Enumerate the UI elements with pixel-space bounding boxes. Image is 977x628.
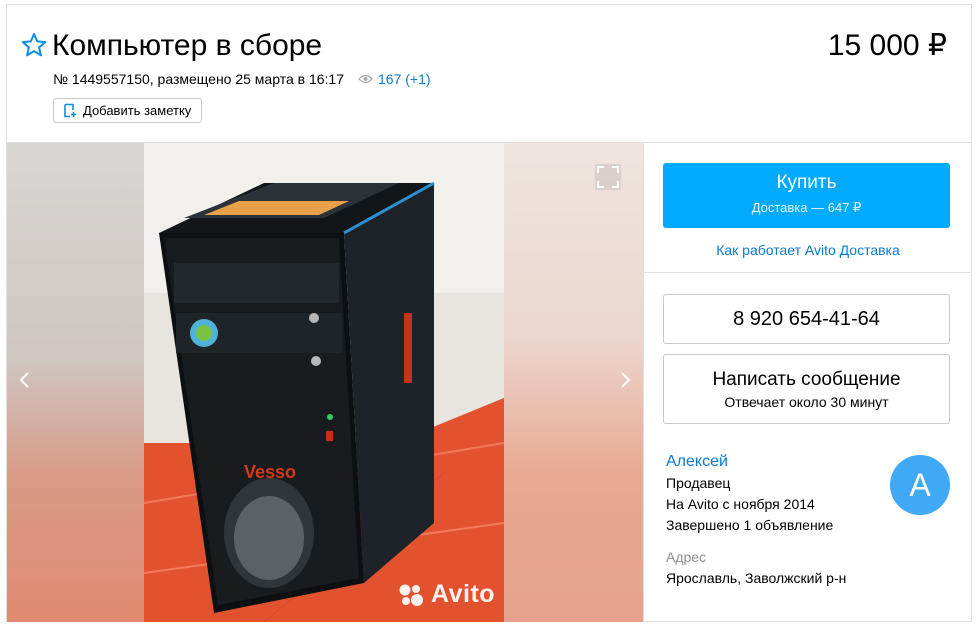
listing-id-date: № 1449557150, размещено 25 марта в 16:17 xyxy=(53,71,344,87)
phone-button[interactable]: 8 920 654-41-64 xyxy=(663,294,950,344)
seller-since: На Avito с ноября 2014 xyxy=(666,496,815,512)
delivery-info-link[interactable]: Как работает Avito Доставка xyxy=(644,241,972,259)
listing-sidebar: Купить Доставка — 647 ₽ Как работает Avi… xyxy=(643,143,972,622)
avito-watermark: Avito xyxy=(397,580,495,609)
avito-logo-icon xyxy=(399,584,423,606)
write-message-button[interactable]: Написать сообщение Отвечает около 30 мин… xyxy=(663,354,950,424)
photo-gallery[interactable]: Vesso Avito xyxy=(7,143,643,622)
listing-price: 15 000 ₽ xyxy=(827,29,947,62)
response-time-text: Отвечает около 30 минут xyxy=(724,394,889,410)
add-note-label: Добавить заметку xyxy=(83,103,192,118)
buy-button-label: Купить xyxy=(776,172,837,193)
listing-photo[interactable]: Vesso xyxy=(144,143,504,622)
add-note-button[interactable]: Добавить заметку xyxy=(53,98,203,123)
views-counter[interactable]: 167 (+1) xyxy=(358,70,431,88)
prev-photo-arrow-icon[interactable] xyxy=(15,368,35,392)
buy-button[interactable]: Купить Доставка — 647 ₽ xyxy=(663,163,950,228)
address-label: Адрес xyxy=(666,549,707,565)
favorite-star-icon[interactable] xyxy=(21,32,47,58)
listing-card: Компьютер в сборе 15 000 ₽ № 1449557150,… xyxy=(6,4,972,622)
seller-completed-count: Завершено 1 объявление xyxy=(666,517,834,533)
sidebar-divider xyxy=(644,272,972,273)
listing-meta: № 1449557150, размещено 25 марта в 16:17… xyxy=(53,70,431,88)
listing-title: Компьютер в сборе xyxy=(52,29,323,62)
next-photo-arrow-icon[interactable] xyxy=(615,368,635,392)
write-message-label: Написать сообщение xyxy=(712,369,901,390)
watermark-text: Avito xyxy=(431,580,496,608)
eye-icon xyxy=(358,74,373,84)
seller-info: Алексей Продавец На Avito с ноября 2014 … xyxy=(666,452,833,536)
listing-header: Компьютер в сборе 15 000 ₽ № 1449557150,… xyxy=(7,5,971,143)
seller-name-link[interactable]: Алексей xyxy=(666,452,833,472)
seller-role: Продавец xyxy=(666,475,731,491)
seller-avatar[interactable]: А xyxy=(890,455,950,515)
views-count: 167 (+1) xyxy=(378,71,431,87)
address-value: Ярославль, Заволжский р-н xyxy=(666,570,847,586)
case-brand-text: Vesso xyxy=(244,462,296,482)
note-add-icon xyxy=(64,103,76,118)
buy-delivery-price: Доставка — 647 ₽ xyxy=(751,200,862,215)
fullscreen-expand-icon[interactable] xyxy=(595,164,621,190)
